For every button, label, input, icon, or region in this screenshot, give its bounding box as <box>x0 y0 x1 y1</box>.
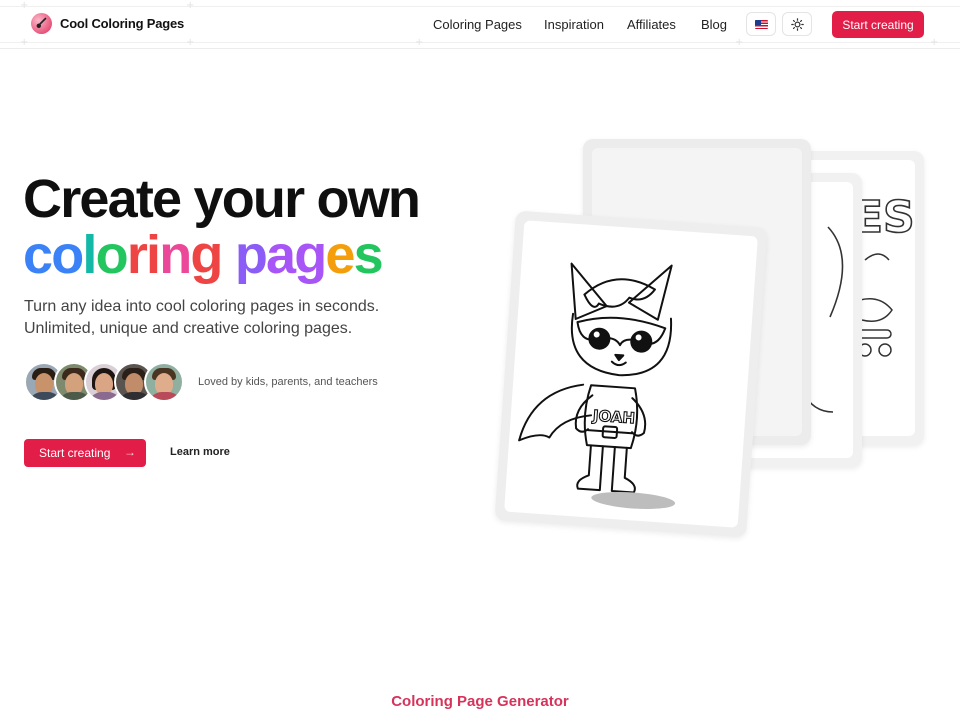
learn-more-link[interactable]: Learn more <box>170 446 230 458</box>
avatar-group <box>24 362 184 402</box>
svg-text:ES: ES <box>853 192 915 243</box>
brand-logo[interactable]: Cool Coloring Pages <box>31 13 184 34</box>
grid-plus-icon: + <box>186 0 195 11</box>
grid-plus-icon: + <box>735 37 744 48</box>
grid-plus-icon: + <box>186 37 195 48</box>
headline-letter: g <box>190 225 223 285</box>
headline-letter: s <box>353 225 384 285</box>
superhero-cat-drawing: JOAH <box>518 262 676 509</box>
headline-letter: g <box>294 225 327 285</box>
coloring-page-card-main: JOAH <box>494 210 768 538</box>
hero-headline: Create your own coloring pages <box>23 169 421 284</box>
headline-letter: c <box>23 225 53 285</box>
language-button[interactable] <box>746 12 776 36</box>
theme-toggle-button[interactable] <box>782 12 812 36</box>
paintbrush-icon <box>31 13 52 34</box>
nav-blog[interactable]: Blog <box>701 17 727 32</box>
hero-subtitle: Turn any idea into cool coloring pages i… <box>24 296 379 340</box>
grid-plus-icon: + <box>930 37 939 48</box>
social-proof-text: Loved by kids, parents, and teachers <box>198 376 378 388</box>
headline-letter: r <box>126 225 148 285</box>
headline-line-1: Create your own <box>23 169 421 229</box>
arrow-right-icon: → <box>124 445 136 459</box>
us-flag-icon <box>754 19 768 29</box>
nav-inspiration[interactable]: Inspiration <box>544 17 604 32</box>
sun-icon <box>790 17 804 31</box>
subtitle-line-1: Turn any idea into cool coloring pages i… <box>24 298 380 315</box>
site-header: + + + + + + + Cool Coloring Pages Colori… <box>0 0 960 49</box>
start-creating-button[interactable]: Start creating → <box>24 439 146 467</box>
section-label: Coloring Page Generator <box>391 693 569 710</box>
shirt-letters: JOAH <box>591 406 635 427</box>
headline-letter: n <box>159 225 192 285</box>
grid-plus-icon: + <box>20 0 29 11</box>
headline-line-2: coloring pages <box>23 226 419 284</box>
headline-letter: i <box>146 225 161 285</box>
headline-word-coloring: coloring <box>23 225 223 285</box>
headline-letter: l <box>82 225 97 285</box>
nav-affiliates[interactable]: Affiliates <box>627 17 676 32</box>
headline-letter: o <box>95 225 129 285</box>
brand-name: Cool Coloring Pages <box>60 16 185 31</box>
start-creating-header-button[interactable]: Start creating <box>832 11 924 38</box>
headline-word-pages: pages <box>234 225 384 285</box>
avatar <box>144 362 184 402</box>
headline-letter: p <box>234 225 268 285</box>
headline-letter: a <box>266 225 296 285</box>
nav-coloring-pages[interactable]: Coloring Pages <box>433 17 522 32</box>
subtitle-line-2: Unlimited, unique and creative coloring … <box>24 320 353 337</box>
headline-letter: e <box>325 225 355 285</box>
start-creating-label: Start creating <box>39 446 111 460</box>
grid-plus-icon: + <box>20 37 29 48</box>
grid-plus-icon: + <box>415 37 424 48</box>
headline-letter: o <box>51 225 84 285</box>
